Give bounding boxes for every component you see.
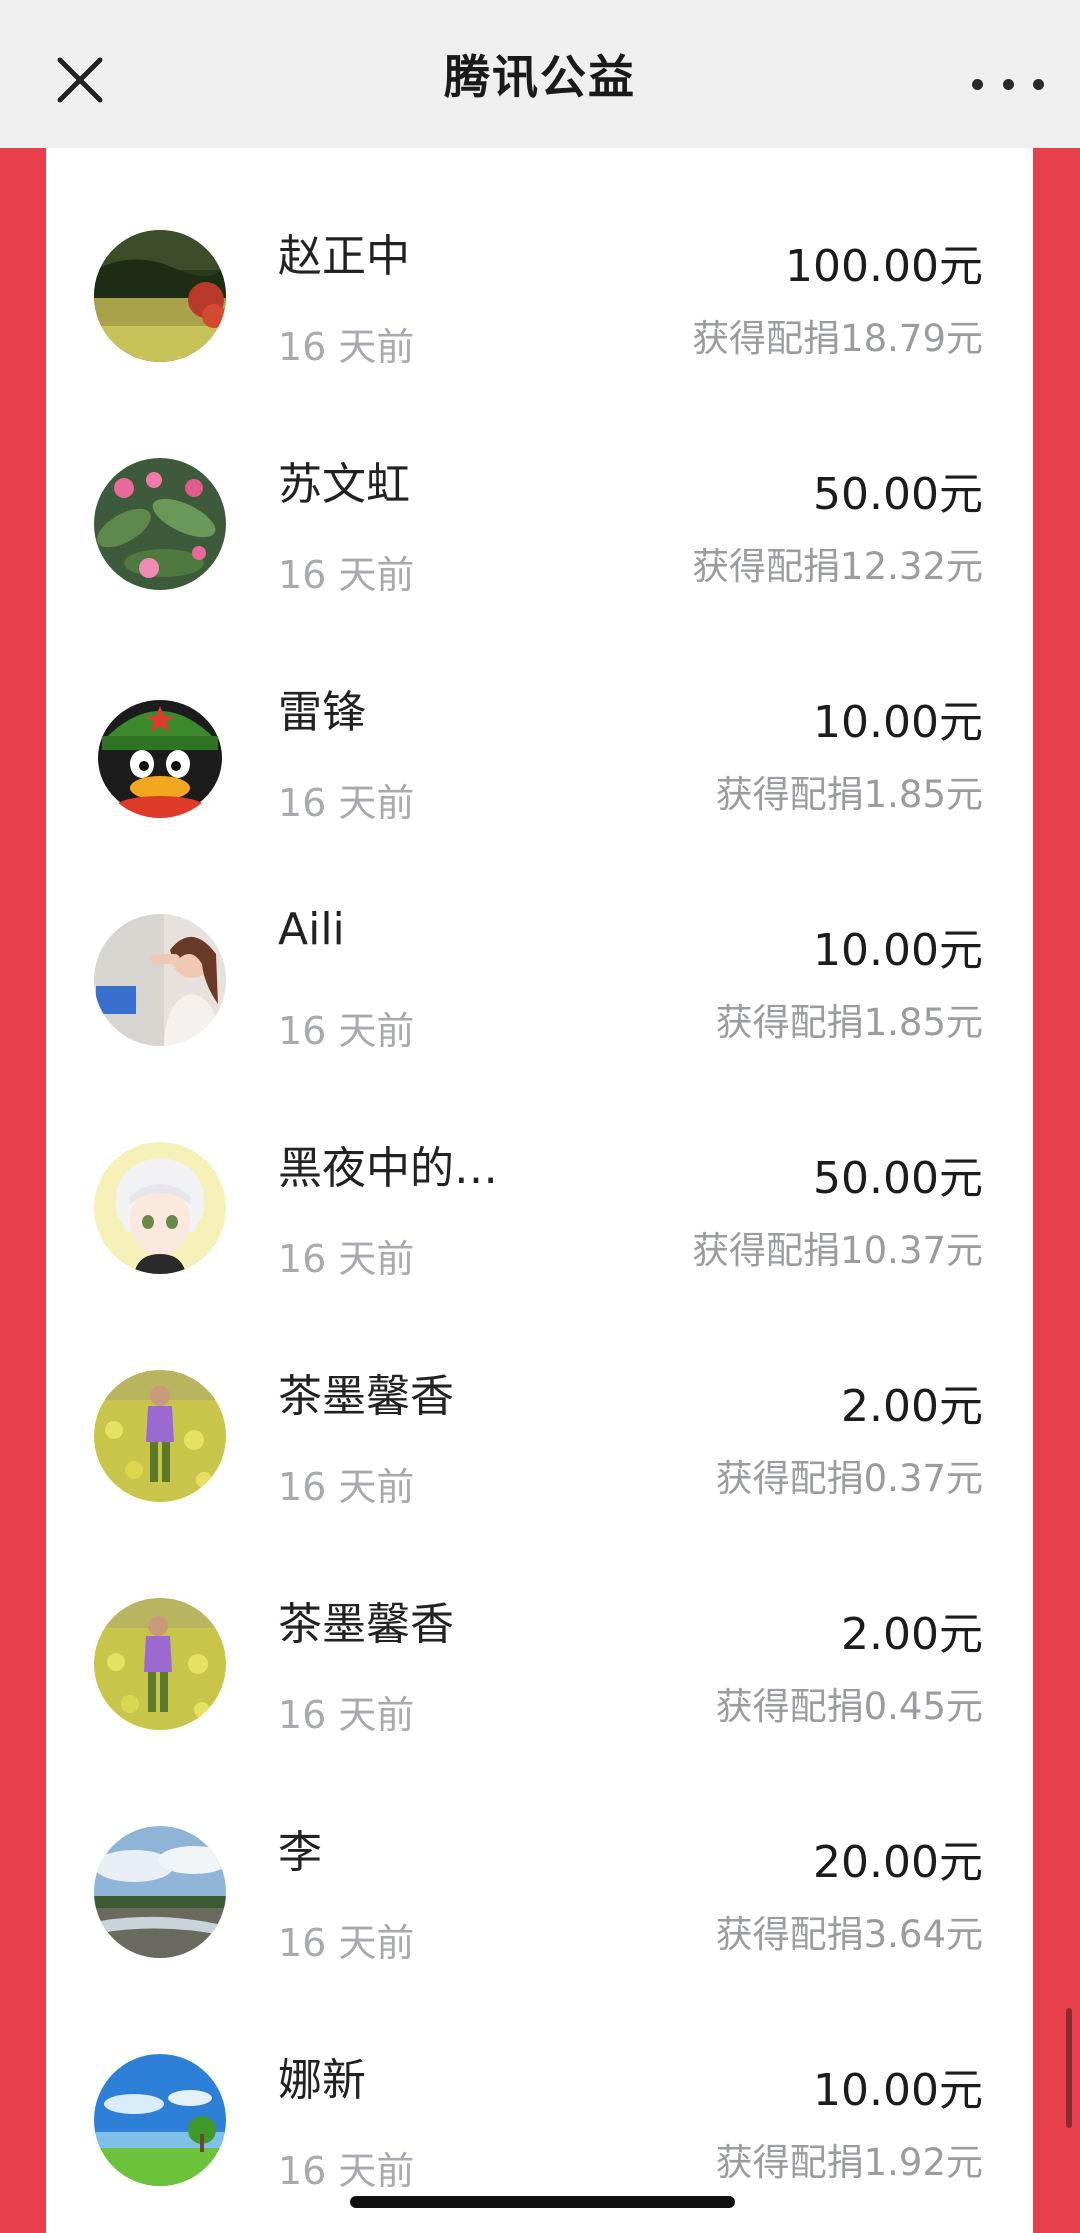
matching-amount: 获得配捐0.37元 [715, 1457, 983, 1500]
close-icon [57, 57, 103, 103]
matching-amount: 获得配捐0.45元 [715, 1685, 983, 1728]
more-icon [972, 78, 983, 90]
donation-time: 16 天前 [278, 1009, 415, 1053]
more-icon-dot [1033, 78, 1044, 90]
avatar[interactable] [94, 2054, 226, 2186]
more-icon-dot [1002, 78, 1014, 90]
matching-amount: 获得配捐1.85元 [715, 1001, 983, 1044]
avatar[interactable] [94, 1142, 226, 1274]
donation-row[interactable]: 茶墨馨香 16 天前 2.00元 获得配捐0.37元 [46, 1288, 1033, 1516]
donation-time: 16 天前 [278, 1237, 415, 1281]
donation-time: 16 天前 [278, 325, 415, 369]
donation-row[interactable]: 雷锋 16 天前 10.00元 获得配捐1.85元 [46, 604, 1033, 832]
avatar[interactable] [94, 1598, 226, 1730]
donor-name: 茶墨馨香 [278, 1371, 454, 1422]
donation-time: 16 天前 [278, 781, 415, 825]
avatar[interactable] [94, 1370, 226, 1502]
avatar[interactable] [94, 914, 226, 1046]
close-button[interactable] [44, 44, 116, 116]
donation-row[interactable]: 赵正中 16 天前 100.00元 获得配捐18.79元 [46, 148, 1033, 376]
matching-amount: 获得配捐18.79元 [692, 317, 983, 360]
matching-amount: 获得配捐1.92元 [715, 2141, 983, 2184]
home-indicator[interactable] [350, 2196, 735, 2208]
more-button[interactable] [972, 60, 1044, 108]
avatar[interactable] [94, 458, 226, 590]
donor-name: 茶墨馨香 [278, 1599, 454, 1650]
donation-row[interactable]: 娜新 16 天前 10.00元 获得配捐1.92元 [46, 1972, 1033, 2200]
donation-time: 16 天前 [278, 553, 415, 597]
donor-name: Aili [278, 904, 345, 955]
lake-landscape-avatar [94, 230, 226, 362]
donor-name: 赵正中 [278, 231, 410, 282]
scrollbar[interactable] [1066, 2008, 1072, 2128]
blue-sky-meadow-avatar [94, 2054, 226, 2186]
donor-name: 娜新 [278, 2055, 366, 2106]
donation-row[interactable]: Aili 16 天前 10.00元 获得配捐1.85元 [46, 832, 1033, 1060]
donor-name: 苏文虹 [278, 459, 410, 510]
donor-name: 黑夜中的… [278, 1143, 498, 1194]
matching-amount: 获得配捐12.32元 [692, 545, 983, 588]
page-title: 腾讯公益 [444, 50, 636, 104]
donation-time: 16 天前 [278, 1465, 415, 1509]
donation-amount: 10.00元 [813, 925, 983, 976]
girl-selfie-avatar [94, 914, 226, 1046]
anime-boy-avatar [94, 1142, 226, 1274]
donor-name: 李 [278, 1827, 322, 1878]
avatar[interactable] [94, 230, 226, 362]
donation-time: 16 天前 [278, 1693, 415, 1737]
donation-row[interactable]: 黑夜中的… 16 天前 50.00元 获得配捐10.37元 [46, 1060, 1033, 1288]
rapeseed-field-avatar [94, 1598, 226, 1730]
pink-flowers-avatar [94, 458, 226, 590]
donation-amount: 2.00元 [841, 1609, 983, 1660]
donation-time: 16 天前 [278, 2149, 415, 2193]
donation-amount: 100.00元 [785, 241, 983, 292]
avatar[interactable] [94, 686, 226, 818]
rapeseed-field-avatar [94, 1370, 226, 1502]
donation-time: 16 天前 [278, 1921, 415, 1965]
donation-amount: 10.00元 [813, 2065, 983, 2116]
top-bar: 腾讯公益 [0, 0, 1080, 148]
donation-row[interactable]: 苏文虹 16 天前 50.00元 获得配捐12.32元 [46, 376, 1033, 604]
river-sky-avatar [94, 1826, 226, 1958]
matching-amount: 获得配捐10.37元 [692, 1229, 983, 1272]
matching-amount: 获得配捐3.64元 [715, 1913, 983, 1956]
donor-name: 雷锋 [278, 687, 366, 738]
donation-amount: 10.00元 [813, 697, 983, 748]
donation-amount: 20.00元 [813, 1837, 983, 1888]
avatar[interactable] [94, 1826, 226, 1958]
penguin-soldier-avatar [94, 686, 226, 818]
donation-amount: 50.00元 [813, 469, 983, 520]
donation-row[interactable]: 李 16 天前 20.00元 获得配捐3.64元 [46, 1744, 1033, 1972]
matching-amount: 获得配捐1.85元 [715, 773, 983, 816]
donation-row[interactable]: 茶墨馨香 16 天前 2.00元 获得配捐0.45元 [46, 1516, 1033, 1744]
donation-amount: 2.00元 [841, 1381, 983, 1432]
donation-amount: 50.00元 [813, 1153, 983, 1204]
donation-list-panel[interactable]: 赵正中 16 天前 100.00元 获得配捐18.79元 苏文虹 16 天前 5… [46, 148, 1033, 2233]
